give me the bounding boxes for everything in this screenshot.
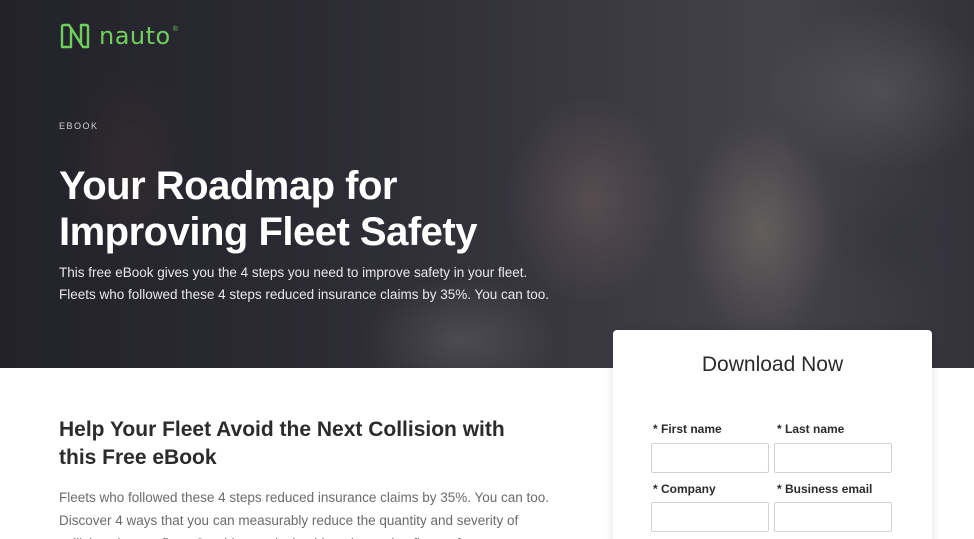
eyebrow-label: EBOOK (59, 121, 99, 131)
last-name-input[interactable] (774, 443, 892, 473)
section-body: Fleets who followed these 4 steps reduce… (59, 490, 550, 539)
last-name-label: * Last name (777, 422, 845, 436)
hero-description: This free eBook gives you the 4 steps yo… (59, 265, 550, 302)
first-name-input[interactable] (651, 443, 769, 473)
company-input[interactable] (651, 502, 769, 532)
download-form: Download Now * First name * Last name * … (613, 330, 932, 539)
section-heading: Help Your Fleet Avoid the Next Collision… (59, 418, 505, 469)
logo-trademark: ® (172, 25, 178, 33)
page-title: Your Roadmap for Improving Fleet Safety (59, 164, 477, 254)
logo-wordmark: nauto (99, 22, 171, 50)
hero-banner: nauto ® EBOOK Your Roadmap for Improving… (0, 0, 974, 368)
first-name-label: * First name (653, 422, 722, 436)
nauto-logo-icon (60, 23, 90, 49)
business-email-label: * Business email (777, 482, 873, 496)
company-label: * Company (653, 482, 716, 496)
business-email-input[interactable] (774, 502, 892, 532)
form-title: Download Now (701, 353, 844, 376)
nauto-logo[interactable]: nauto ® (59, 22, 184, 50)
